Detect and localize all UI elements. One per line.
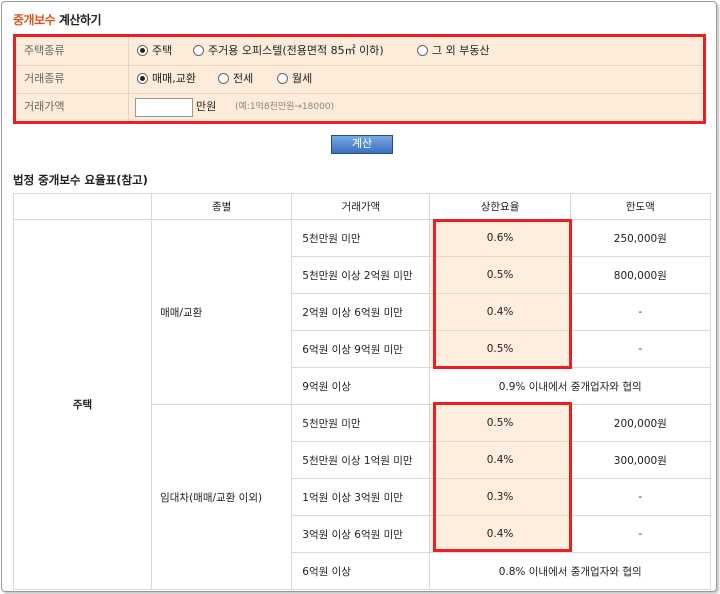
rate-cell: 0.5% bbox=[429, 330, 571, 368]
limit-cell: - bbox=[569, 330, 712, 368]
negotiation-note: 0.8% 이내에서 중개업자와 협의 bbox=[429, 552, 711, 590]
limit-cell: 300,000원 bbox=[569, 441, 712, 479]
table-header: 거래가액 bbox=[291, 193, 431, 220]
price-cell: 5천만원 미만 bbox=[291, 404, 431, 442]
housing-type-options: 주택 주거용 오피스텔(전용면적 85㎡ 이하) 그 외 부동산 bbox=[128, 37, 703, 65]
limit-cell: 250,000원 bbox=[569, 219, 712, 257]
rate-cell: 0.4% bbox=[429, 515, 571, 553]
radio-label[interactable]: 월세 bbox=[292, 65, 312, 92]
table-header-row: 종별 거래가액 상한요율 한도액 bbox=[12, 193, 712, 220]
housing-type-label: 주택종류 bbox=[24, 44, 65, 57]
price-cell: 3억원 이상 6억원 미만 bbox=[291, 515, 431, 553]
radio-label[interactable]: 전세 bbox=[233, 65, 253, 92]
table-header bbox=[12, 193, 153, 220]
radio-label[interactable]: 그 외 부동산 bbox=[432, 37, 490, 64]
kind-cell: 매매/교환 bbox=[151, 219, 293, 405]
price-cell: 6억원 이상 9억원 미만 bbox=[291, 330, 431, 368]
title-highlight: 중개보수 bbox=[13, 13, 56, 27]
radio-deal-monthly[interactable] bbox=[277, 73, 288, 84]
price-cell: 5천만원 이상 2억원 미만 bbox=[291, 256, 431, 294]
rate-table: 종별 거래가액 상한요율 한도액 주택 매매/교환 5천만원 미만 0.6% 2… bbox=[12, 193, 712, 590]
table-header: 상한요율 bbox=[429, 193, 571, 220]
radio-label[interactable]: 주택 bbox=[152, 37, 172, 64]
table-header: 종별 bbox=[151, 193, 293, 220]
price-cell: 2억원 이상 6억원 미만 bbox=[291, 293, 431, 331]
price-cell: 만원 (예:1억8천만원→18000) bbox=[128, 93, 703, 121]
rate-table-title: 법정 중개보수 요율표(참고) bbox=[13, 173, 148, 187]
limit-cell: 200,000원 bbox=[569, 404, 712, 442]
radio-housing-officetel[interactable] bbox=[193, 45, 204, 56]
category-cell: 주택 bbox=[12, 219, 153, 590]
radio-deal-jeonse[interactable] bbox=[218, 73, 229, 84]
price-label: 거래가액 bbox=[24, 100, 65, 113]
radio-label[interactable]: 주거용 오피스텔(전용면적 85㎡ 이하) bbox=[208, 37, 384, 64]
price-hint: (예:1억8천만원→18000) bbox=[235, 102, 335, 112]
calculate-button[interactable]: 계산 bbox=[331, 135, 393, 154]
radio-deal-sale[interactable] bbox=[137, 73, 148, 84]
rate-cell: 0.4% bbox=[429, 441, 571, 479]
title-rest: 계산하기 bbox=[55, 13, 102, 27]
price-cell: 5천만원 미만 bbox=[291, 219, 431, 257]
kind-cell: 임대차(매매/교환 이외) bbox=[151, 404, 293, 590]
limit-cell: - bbox=[569, 478, 712, 516]
rate-cell: 0.3% bbox=[429, 478, 571, 516]
price-cell: 1억원 이상 3억원 미만 bbox=[291, 478, 431, 516]
deal-type-label: 거래종류 bbox=[24, 72, 65, 85]
price-cell: 6억원 이상 bbox=[291, 552, 431, 590]
radio-label[interactable]: 매매,교환 bbox=[152, 65, 196, 92]
rate-cell: 0.5% bbox=[429, 256, 571, 294]
price-cell: 5천만원 이상 1억원 미만 bbox=[291, 441, 431, 479]
table-row: 주택 매매/교환 5천만원 미만 0.6% 250,000원 bbox=[12, 219, 712, 590]
table-header: 한도액 bbox=[569, 193, 712, 220]
limit-cell: - bbox=[569, 293, 712, 331]
page-title: 중개보수 계산하기 bbox=[13, 11, 102, 28]
price-row: 거래가액 만원 (예:1억8천만원→18000) bbox=[16, 93, 703, 121]
rate-cell: 0.4% bbox=[429, 293, 571, 331]
price-input[interactable] bbox=[135, 98, 193, 117]
price-cell: 9억원 이상 bbox=[291, 367, 431, 405]
rate-cell: 0.6% bbox=[429, 219, 571, 257]
deal-type-options: 매매,교환 전세 월세 bbox=[128, 65, 703, 93]
fee-form: 주택종류 주택 주거용 오피스텔(전용면적 85㎡ 이하) 그 외 부동산 거래… bbox=[13, 34, 706, 124]
limit-cell: - bbox=[569, 515, 712, 553]
limit-cell: 800,000원 bbox=[569, 256, 712, 294]
price-unit: 만원 bbox=[196, 100, 217, 113]
rate-cell: 0.5% bbox=[429, 404, 571, 442]
housing-type-row: 주택종류 주택 주거용 오피스텔(전용면적 85㎡ 이하) 그 외 부동산 bbox=[16, 37, 703, 66]
radio-housing-house[interactable] bbox=[137, 45, 148, 56]
radio-housing-other[interactable] bbox=[417, 45, 428, 56]
deal-type-row: 거래종류 매매,교환 전세 월세 bbox=[16, 65, 703, 94]
negotiation-note: 0.9% 이내에서 중개업자와 협의 bbox=[429, 367, 711, 405]
